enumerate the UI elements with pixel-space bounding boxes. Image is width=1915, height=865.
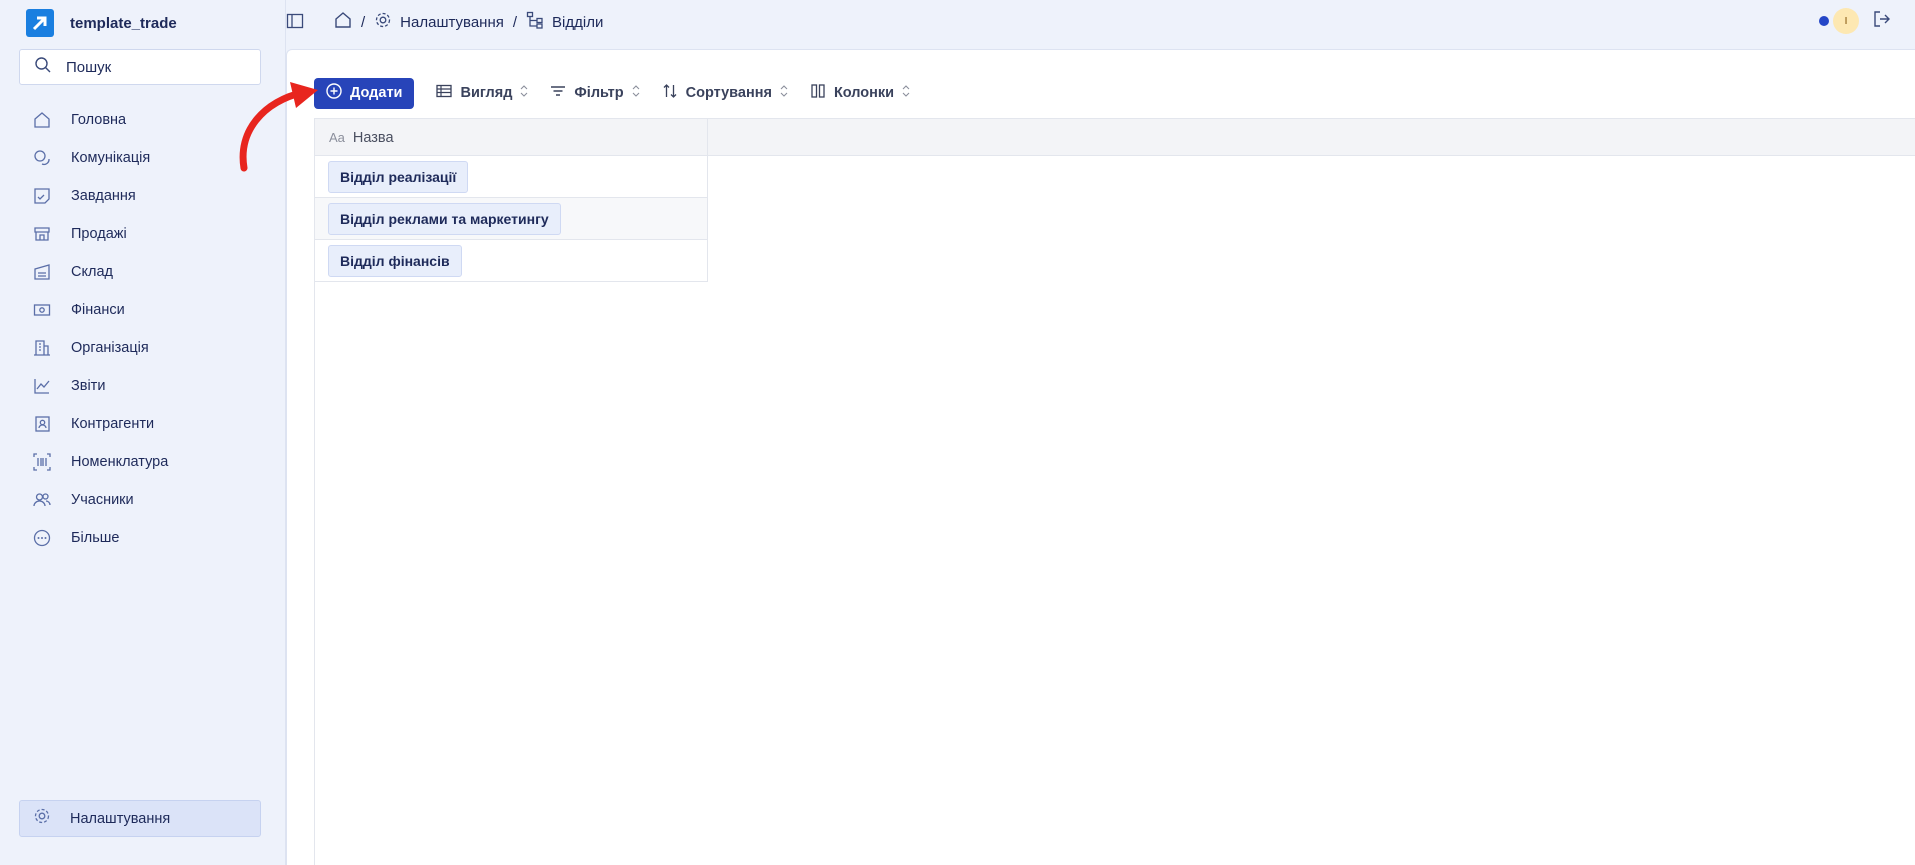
breadcrumb-settings-label: Налаштування (400, 13, 504, 31)
gear-icon (33, 807, 51, 830)
add-button-label: Додати (350, 85, 403, 101)
more-icon (32, 528, 52, 548)
sidebar-item-label: Завдання (71, 188, 136, 204)
topbar-actions: І (1819, 8, 1891, 34)
filter-button[interactable]: Фільтр (550, 83, 640, 103)
workspace-name: template_trade (70, 14, 177, 32)
hierarchy-icon (526, 11, 544, 33)
sidebar-item-label: Номенклатура (71, 454, 169, 470)
text-type-icon: Aa (329, 130, 345, 145)
breadcrumb-settings[interactable]: Налаштування (374, 11, 504, 33)
table-row[interactable]: Відділ фінансів (315, 240, 707, 282)
sidebar-item-finance[interactable]: Фінанси (19, 291, 261, 329)
money-icon (32, 300, 52, 320)
sidebar-item-label: Налаштування (70, 810, 171, 827)
store-icon (32, 224, 52, 244)
contact-icon (32, 414, 52, 434)
columns-icon (810, 83, 826, 103)
sidebar-item-organization[interactable]: Організація (19, 329, 261, 367)
toolbar: Додати Вигляд Фільтр Сортування Колонки (314, 77, 910, 109)
building-icon (32, 338, 52, 358)
table-row[interactable]: Відділ реалізації (315, 156, 707, 198)
table-icon (436, 83, 453, 103)
sidebar-item-label: Контрагенти (71, 416, 155, 432)
sidebar-item-label: Учасники (71, 492, 134, 508)
breadcrumb-departments-label: Відділи (552, 13, 604, 31)
sort-icon (662, 83, 678, 103)
sort-button[interactable]: Сортування (662, 83, 788, 103)
logout-icon[interactable] (1873, 10, 1891, 33)
column-header-name[interactable]: Aa Назва (315, 119, 708, 156)
chevron-up-down-icon (520, 85, 528, 101)
chevron-up-down-icon (780, 85, 788, 101)
filter-button-label: Фільтр (574, 85, 624, 101)
chat-icon (32, 148, 52, 168)
column-header-label: Назва (352, 129, 394, 146)
departments-table: Aa Назва Відділ реалізації Відділ реклам… (314, 118, 1915, 865)
add-button[interactable]: Додати (314, 77, 415, 109)
chevron-up-down-icon (902, 85, 910, 101)
sidebar-item-home[interactable]: Головна (19, 101, 261, 139)
annotation-arrow (239, 82, 318, 172)
sidebar-toggle-icon[interactable] (286, 12, 304, 30)
users-icon (32, 490, 52, 510)
barcode-icon (32, 452, 52, 472)
search-icon (34, 56, 52, 79)
search-placeholder: Пошук (66, 58, 112, 76)
department-tag[interactable]: Відділ реклами та маркетингу (328, 202, 561, 235)
logo-icon (26, 9, 54, 37)
search-input[interactable]: Пошук (19, 49, 261, 85)
sidebar-item-label: Звіти (71, 378, 106, 394)
sidebar-item-warehouse[interactable]: Склад (19, 253, 261, 291)
home-icon (32, 110, 52, 130)
topbar: / Налаштування / Відділи І (286, 0, 1915, 48)
sidebar-item-label: Продажі (71, 226, 127, 242)
breadcrumb-home[interactable] (334, 11, 352, 33)
sidebar-item-more[interactable]: Більше (19, 519, 261, 557)
sidebar-item-members[interactable]: Учасники (19, 481, 261, 519)
view-button-label: Вигляд (460, 85, 513, 101)
plus-circle-icon (326, 83, 342, 103)
sort-button-label: Сортування (685, 85, 772, 101)
department-tag[interactable]: Відділ реалізації (328, 160, 469, 193)
sidebar-item-contractors[interactable]: Контрагенти (19, 405, 261, 443)
gear-icon (374, 11, 392, 33)
sidebar-item-nomenclature[interactable]: Номенклатура (19, 443, 261, 481)
main-content: Додати Вигляд Фільтр Сортування Колонки … (286, 49, 1915, 865)
sidebar-item-reports[interactable]: Звіти (19, 367, 261, 405)
table-row[interactable]: Відділ реклами та маркетингу (315, 198, 707, 240)
sidebar-item-communication[interactable]: Комунікація (19, 139, 261, 177)
warehouse-icon (32, 262, 52, 282)
department-tag[interactable]: Відділ фінансів (328, 244, 462, 277)
table-body: Відділ реалізації Відділ реклами та марк… (315, 156, 708, 282)
avatar[interactable]: І (1833, 8, 1859, 34)
task-icon (32, 186, 52, 206)
sidebar-item-label: Склад (71, 264, 113, 280)
sidebar-item-label: Головна (71, 112, 127, 128)
sidebar-item-label: Організація (71, 340, 149, 356)
sidebar-item-tasks[interactable]: Завдання (19, 177, 261, 215)
sidebar-item-label: Більше (71, 530, 120, 546)
view-button[interactable]: Вигляд (436, 83, 528, 103)
sidebar-nav: Головна Комунікація Завдання Продажі Скл… (19, 101, 261, 557)
table-header: Aa Назва (315, 118, 1915, 156)
chevron-up-down-icon (632, 85, 640, 101)
brand[interactable]: template_trade (26, 9, 177, 37)
columns-button-label: Колонки (833, 85, 895, 101)
status-dot (1819, 16, 1829, 26)
sidebar-item-label: Фінанси (71, 302, 125, 318)
breadcrumb-departments[interactable]: Відділи (526, 11, 603, 33)
breadcrumb-separator: / (361, 13, 366, 31)
breadcrumb-separator: / (512, 13, 518, 31)
chart-icon (32, 376, 52, 396)
filter-icon (550, 83, 566, 103)
columns-button[interactable]: Колонки (810, 83, 910, 103)
sidebar-item-settings[interactable]: Налаштування (19, 800, 261, 837)
sidebar-item-label: Комунікація (71, 150, 151, 166)
breadcrumb: / Налаштування / Відділи (334, 11, 603, 33)
home-icon (334, 11, 352, 33)
sidebar-item-sales[interactable]: Продажі (19, 215, 261, 253)
